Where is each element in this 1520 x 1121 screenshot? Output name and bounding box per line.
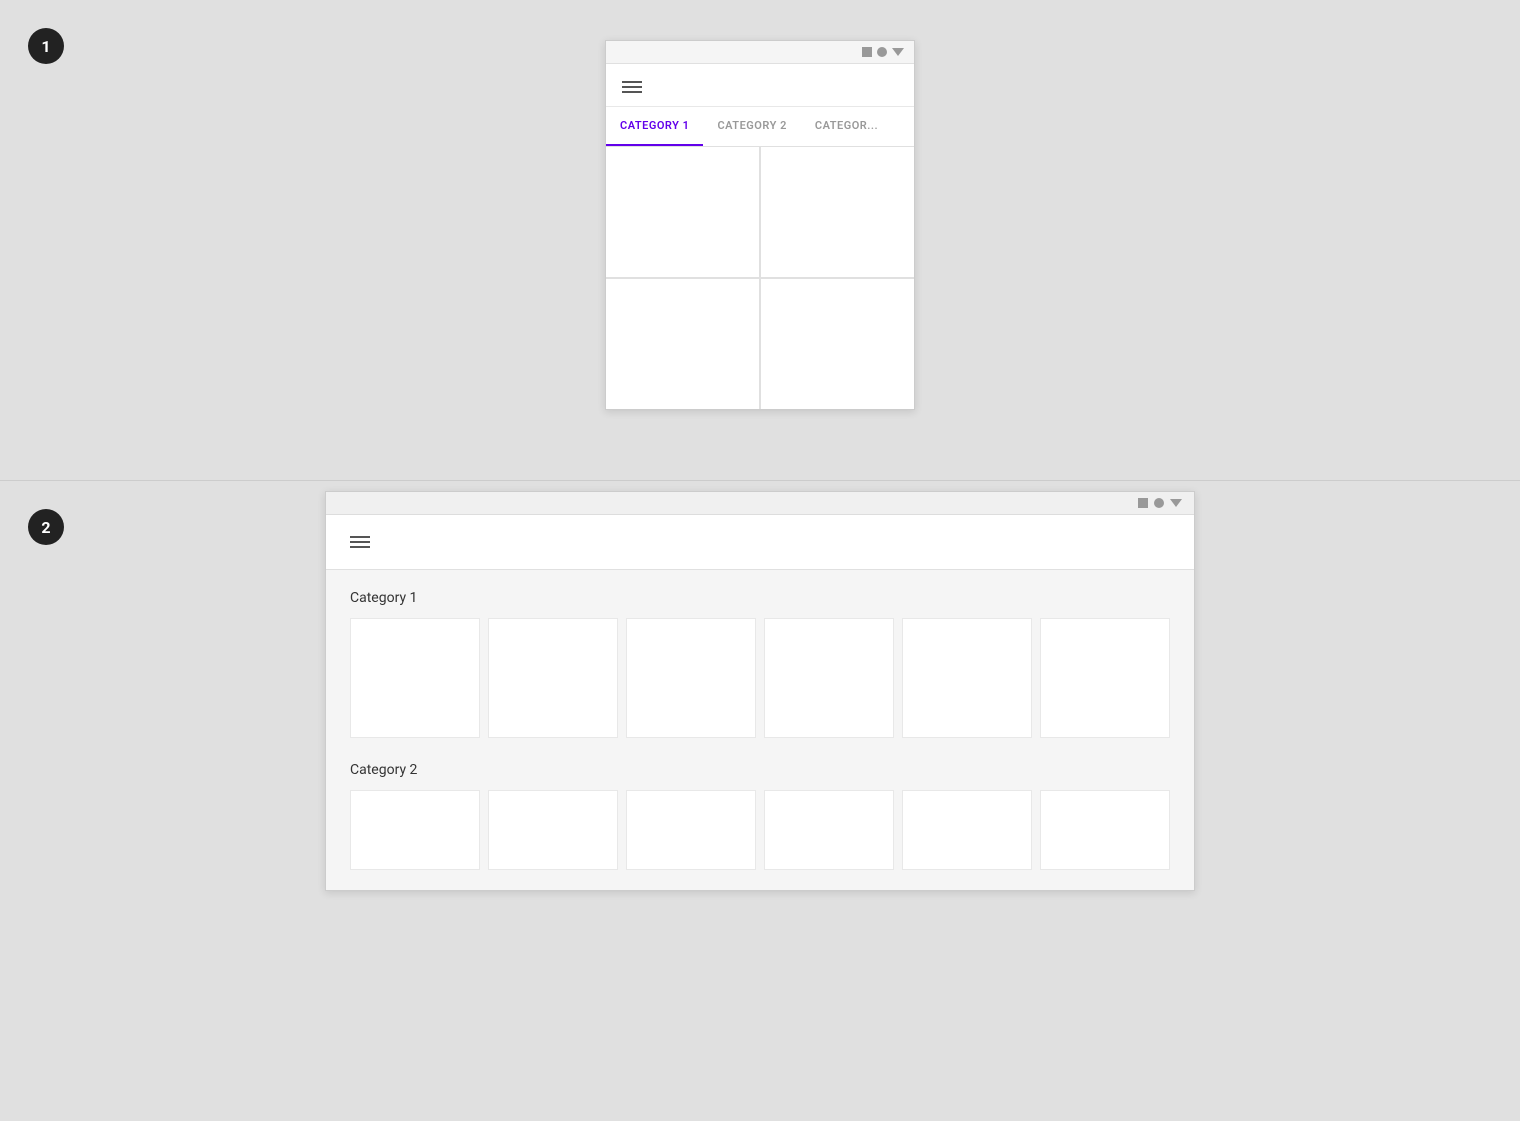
desktop-grid-cell-1-6 bbox=[1040, 618, 1170, 738]
desktop-grid-cell-2-5 bbox=[902, 790, 1032, 870]
desktop-grid-cell-1-5 bbox=[902, 618, 1032, 738]
desktop-titlebar-circle-icon bbox=[1154, 498, 1164, 508]
section-2: 2 Category 1 bbox=[0, 481, 1520, 1121]
desktop-grid-cell-2-2 bbox=[488, 790, 618, 870]
mobile-tabs: CATEGORY 1 CATEGORY 2 CATEGOR... bbox=[606, 107, 914, 147]
category-2-grid bbox=[350, 790, 1170, 870]
desktop-titlebar-arrow-icon bbox=[1170, 499, 1182, 507]
mobile-wireframe: CATEGORY 1 CATEGORY 2 CATEGOR... bbox=[605, 40, 915, 410]
mobile-tab-category2[interactable]: CATEGORY 2 bbox=[703, 107, 800, 146]
category-1-grid bbox=[350, 618, 1170, 738]
mobile-content-grid bbox=[606, 147, 914, 409]
section-1: 1 CATEGORY 1 CATEGORY 2 CATEGOR... bbox=[0, 0, 1520, 480]
step-badge-1: 1 bbox=[28, 28, 64, 64]
mobile-grid-cell-1 bbox=[606, 147, 759, 277]
desktop-titlebar bbox=[326, 492, 1194, 515]
desktop-wireframe: Category 1 Category 2 bbox=[325, 491, 1195, 891]
titlebar-arrow-icon bbox=[892, 48, 904, 56]
mobile-tab-category3[interactable]: CATEGOR... bbox=[801, 107, 892, 146]
desktop-hamburger-icon[interactable] bbox=[350, 536, 1170, 548]
step-badge-2: 2 bbox=[28, 509, 64, 545]
titlebar-square-icon bbox=[862, 47, 872, 57]
desktop-grid-cell-2-1 bbox=[350, 790, 480, 870]
desktop-grid-cell-1-4 bbox=[764, 618, 894, 738]
desktop-grid-cell-2-6 bbox=[1040, 790, 1170, 870]
titlebar-circle-icon bbox=[877, 47, 887, 57]
category-1-label: Category 1 bbox=[350, 590, 1170, 606]
desktop-header bbox=[326, 515, 1194, 570]
desktop-grid-cell-2-4 bbox=[764, 790, 894, 870]
mobile-grid-cell-4 bbox=[761, 279, 914, 409]
desktop-grid-cell-1-2 bbox=[488, 618, 618, 738]
desktop-grid-cell-2-3 bbox=[626, 790, 756, 870]
mobile-grid-cell-2 bbox=[761, 147, 914, 277]
mobile-grid-cell-3 bbox=[606, 279, 759, 409]
desktop-content: Category 1 Category 2 bbox=[326, 570, 1194, 890]
desktop-titlebar-square-icon bbox=[1138, 498, 1148, 508]
mobile-titlebar bbox=[606, 41, 914, 64]
desktop-grid-cell-1-3 bbox=[626, 618, 756, 738]
desktop-grid-cell-1-1 bbox=[350, 618, 480, 738]
category-2-label: Category 2 bbox=[350, 762, 1170, 778]
hamburger-icon[interactable] bbox=[622, 81, 898, 93]
mobile-tab-category1[interactable]: CATEGORY 1 bbox=[606, 107, 703, 146]
mobile-header bbox=[606, 64, 914, 107]
